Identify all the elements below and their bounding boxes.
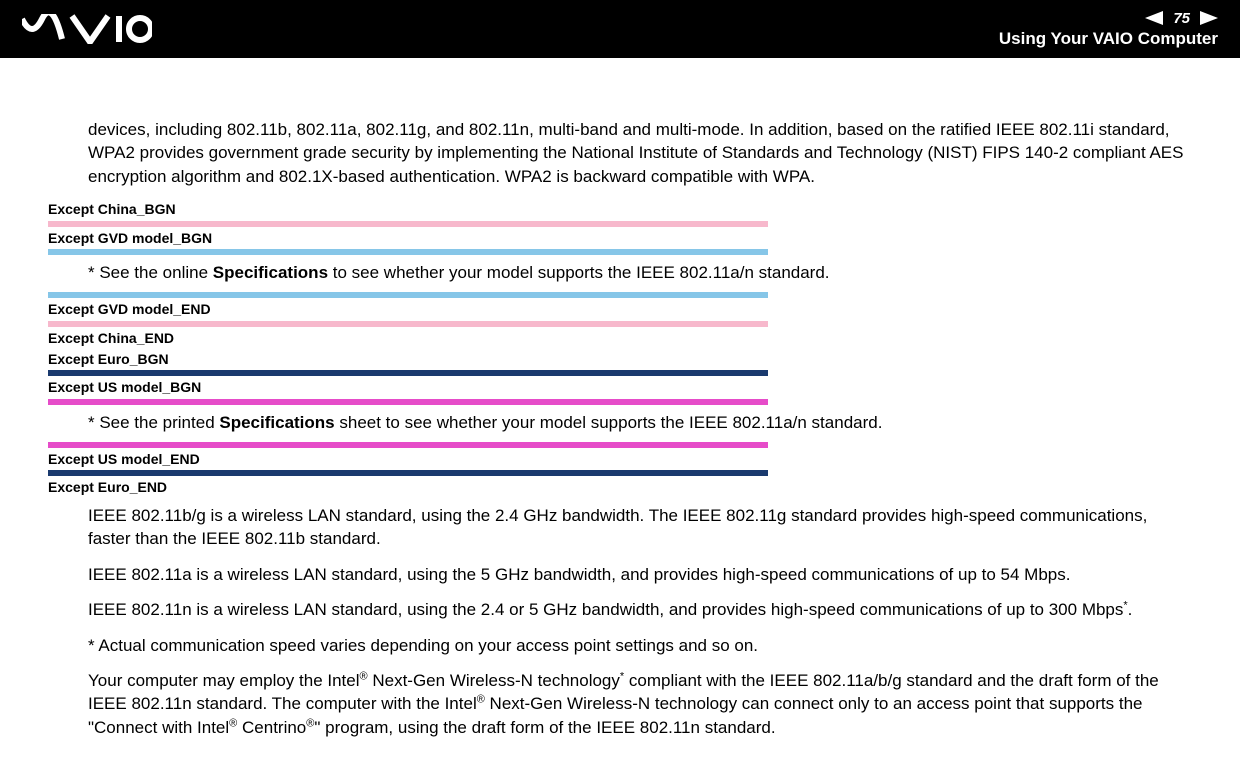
marker-block: Except GVD model_END Except China_END Ex…: [48, 292, 768, 404]
registered-icon: ®: [360, 670, 368, 682]
text: to see whether your model supports the I…: [328, 263, 830, 282]
vaio-logo-icon: [22, 14, 152, 44]
marker-label: Except Euro_BGN: [48, 350, 768, 369]
marker-label: Except GVD model_BGN: [48, 229, 768, 248]
nav-arrow-right-icon[interactable]: [1200, 11, 1218, 25]
paragraph-actual-speed: * Actual communication speed varies depe…: [88, 634, 1192, 657]
header-right: 75 Using Your VAIO Computer: [999, 10, 1218, 49]
marker-block: Except China_BGN Except GVD model_BGN: [48, 200, 768, 255]
marker-block: Except US model_END Except Euro_END: [48, 442, 768, 498]
page-nav: 75: [1145, 10, 1218, 27]
marker-bar-icon: [48, 321, 768, 327]
marker-label: Except US model_END: [48, 450, 768, 469]
marker-bar-icon: [48, 399, 768, 405]
text: .: [1128, 600, 1133, 619]
marker-bar-icon: [48, 221, 768, 227]
text: * See the printed: [88, 413, 219, 432]
marker-bar-icon: [48, 442, 768, 448]
paragraph-80211n: IEEE 802.11n is a wireless LAN standard,…: [88, 598, 1192, 621]
marker-label: Except GVD model_END: [48, 300, 768, 319]
text: Your computer may employ the Intel: [88, 671, 360, 690]
text-bold: Specifications: [213, 263, 328, 282]
paragraph-80211bg: IEEE 802.11b/g is a wireless LAN standar…: [88, 504, 1192, 551]
marker-label: Except US model_BGN: [48, 378, 768, 397]
section-title: Using Your VAIO Computer: [999, 29, 1218, 49]
marker-label: Except China_BGN: [48, 200, 768, 219]
page-number: 75: [1173, 10, 1190, 27]
text: Next-Gen Wireless-N technology: [368, 671, 620, 690]
note-online-specs: * See the online Specifications to see w…: [88, 261, 1192, 284]
nav-arrow-left-icon[interactable]: [1145, 11, 1163, 25]
page-header: 75 Using Your VAIO Computer: [0, 0, 1240, 58]
registered-icon: ®: [477, 694, 485, 706]
text: Centrino: [237, 718, 306, 737]
intro-paragraph: devices, including 802.11b, 802.11a, 802…: [88, 118, 1192, 188]
marker-label: Except China_END: [48, 329, 768, 348]
note-printed-specs: * See the printed Specifications sheet t…: [88, 411, 1192, 434]
text: IEEE 802.11n is a wireless LAN standard,…: [88, 600, 1123, 619]
marker-bar-icon: [48, 470, 768, 476]
text-bold: Specifications: [219, 413, 334, 432]
text: * See the online: [88, 263, 213, 282]
paragraph-intel: Your computer may employ the Intel® Next…: [88, 669, 1192, 739]
text: sheet to see whether your model supports…: [335, 413, 883, 432]
text: " program, using the draft form of the I…: [314, 718, 775, 737]
marker-bar-icon: [48, 249, 768, 255]
marker-bar-icon: [48, 370, 768, 376]
vaio-logo: [22, 14, 152, 44]
page-content: devices, including 802.11b, 802.11a, 802…: [0, 58, 1240, 781]
paragraph-80211a: IEEE 802.11a is a wireless LAN standard,…: [88, 563, 1192, 586]
marker-label: Except Euro_END: [48, 478, 768, 497]
marker-bar-icon: [48, 292, 768, 298]
